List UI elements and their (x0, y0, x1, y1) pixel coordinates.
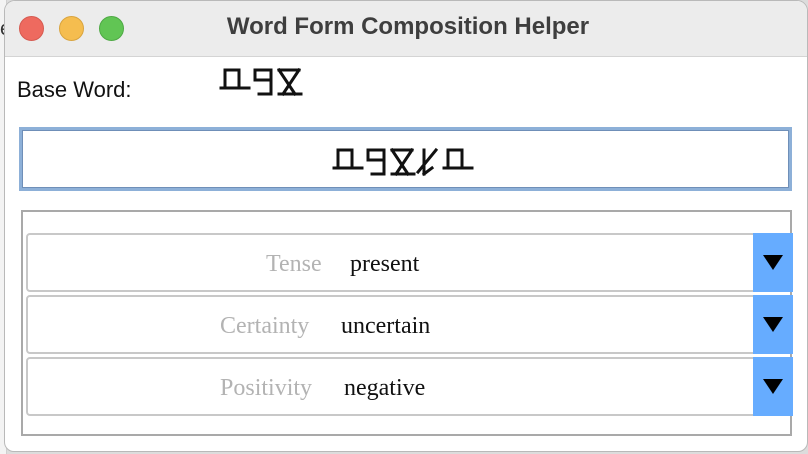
chevron-down-icon (763, 317, 783, 332)
tense-label: Tense (266, 251, 322, 277)
certainty-label: Certainty (220, 313, 310, 339)
tense-value: present (350, 251, 420, 277)
window-title: Word Form Composition Helper (226, 13, 590, 40)
composed-word-glyphs-icon (332, 147, 474, 177)
positivity-label: Positivity (220, 375, 313, 401)
certainty-combobox[interactable]: Certainty uncertain (26, 295, 793, 354)
positivity-combobox[interactable]: Positivity negative (26, 357, 793, 416)
positivity-value: negative (344, 375, 426, 401)
positivity-dropdown-button[interactable] (753, 357, 793, 416)
titlebar: Word Form Composition Helper (5, 1, 807, 57)
form-selector-panel: Tense present Certainty uncertain Positi… (21, 210, 793, 436)
certainty-value: uncertain (341, 313, 431, 339)
certainty-dropdown-button[interactable] (753, 295, 793, 354)
base-word-label: Base Word: (17, 77, 132, 102)
chevron-down-icon (763, 379, 783, 394)
composed-word-field[interactable] (19, 127, 792, 191)
base-word-glyphs-icon (219, 67, 303, 97)
tense-combobox[interactable]: Tense present (26, 233, 793, 292)
app-window: Word Form Composition Helper Base Word: (4, 0, 808, 452)
chevron-down-icon (763, 255, 783, 270)
tense-dropdown-button[interactable] (753, 233, 793, 292)
